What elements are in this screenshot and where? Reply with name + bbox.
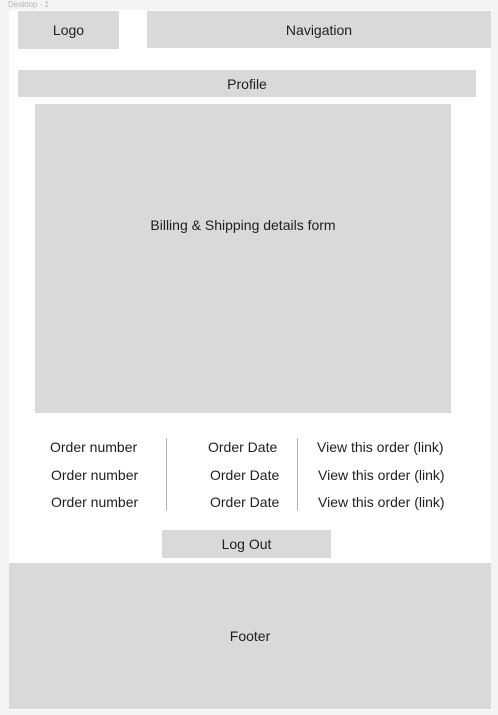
billing-shipping-form[interactable]: Billing & Shipping details form (35, 104, 451, 413)
order-number: Order number (51, 467, 139, 483)
logout-label: Log Out (221, 536, 272, 552)
navigation-bar[interactable]: Navigation (147, 11, 491, 48)
profile-label: Profile (227, 75, 267, 92)
logo[interactable]: Logo (18, 11, 119, 49)
logo-label: Logo (52, 22, 85, 38)
view-order-link[interactable]: View this order (link) (318, 467, 445, 483)
footer-label: Footer (229, 628, 271, 644)
order-number: Order number (51, 494, 139, 510)
footer: Footer (9, 563, 491, 709)
order-date: Order Date (208, 439, 278, 455)
view-order-link[interactable]: View this order (link) (318, 494, 445, 510)
profile-section[interactable]: Profile (18, 70, 476, 97)
logout-button[interactable]: Log Out (162, 530, 331, 558)
order-number: Order number (50, 439, 138, 455)
view-order-link[interactable]: View this order (link) (317, 439, 444, 455)
form-label: Billing & Shipping details form (150, 217, 336, 233)
order-date: Order Date (210, 467, 280, 483)
navigation-label: Navigation (285, 21, 353, 38)
order-date: Order Date (210, 494, 280, 510)
frame-label: Desktop - 1 (8, 0, 49, 9)
